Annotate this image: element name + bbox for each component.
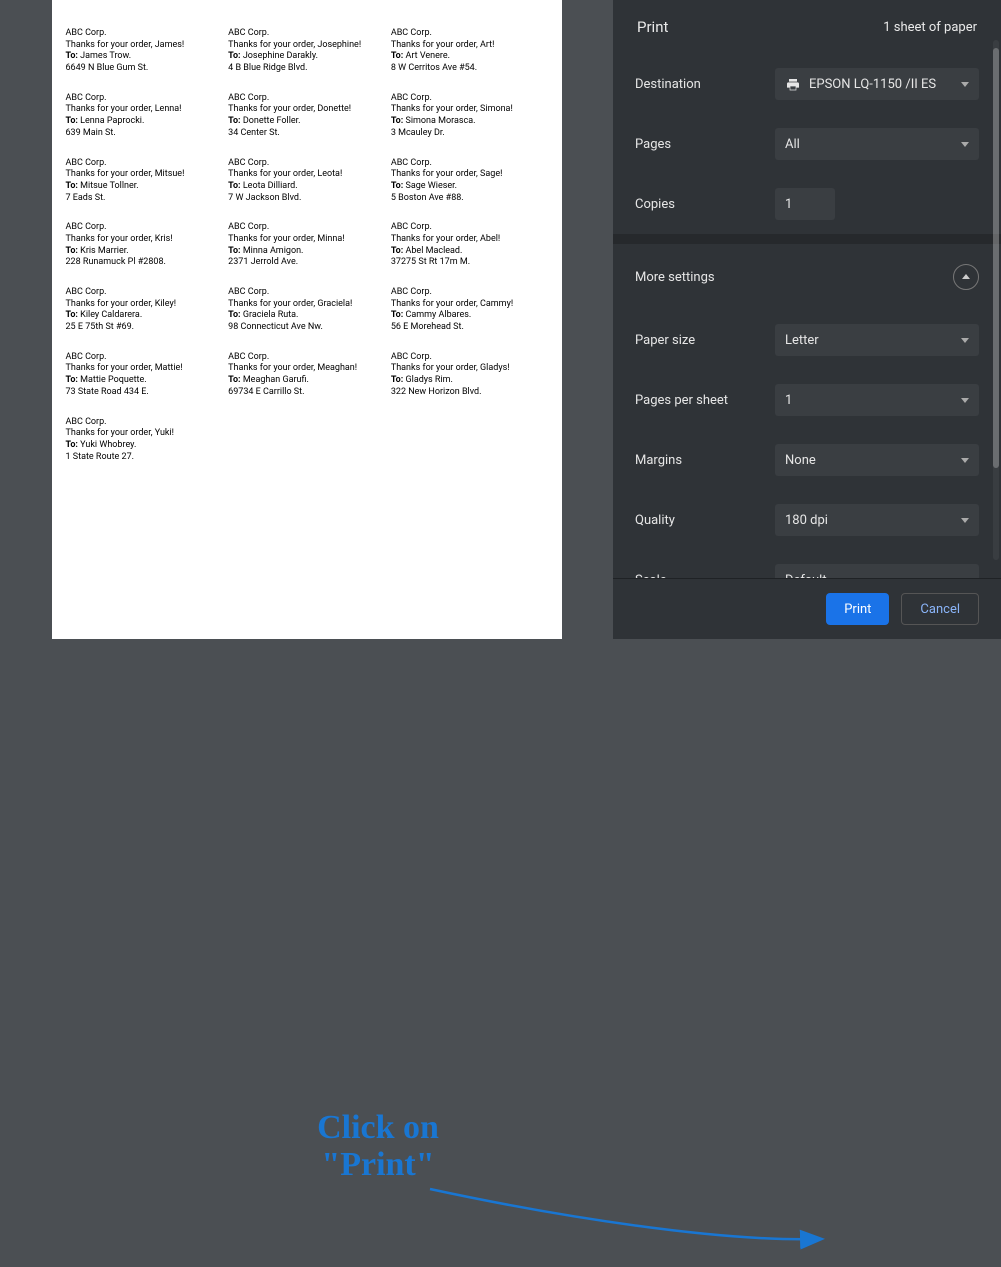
scale-row: Scale Default <box>613 550 1001 578</box>
copies-value: 1 <box>785 197 792 212</box>
address-label: ABC Corp.Thanks for your order, Josephin… <box>228 28 385 75</box>
chevron-down-icon <box>961 398 969 403</box>
scrollbar[interactable] <box>993 40 999 560</box>
address-label: ABC Corp.Thanks for your order, Yuki!To:… <box>66 417 223 464</box>
quality-select[interactable]: 180 dpi <box>775 504 979 536</box>
pps-label: Pages per sheet <box>635 393 775 408</box>
chevron-down-icon <box>961 458 969 463</box>
cancel-button[interactable]: Cancel <box>901 593 979 625</box>
pages-row: Pages All <box>613 114 1001 174</box>
pages-label: Pages <box>635 137 775 152</box>
print-settings-panel: Print 1 sheet of paper Destination EPSON… <box>613 0 1001 639</box>
annotation-line2: "Print" <box>321 1146 434 1183</box>
more-settings-label: More settings <box>635 270 715 285</box>
dialog-footer: Print Cancel <box>613 578 1001 639</box>
copies-row: Copies 1 <box>613 174 1001 234</box>
address-label: ABC Corp.Thanks for your order, Meaghan!… <box>228 352 385 399</box>
address-label: ABC Corp.Thanks for your order, Kris!To:… <box>66 222 223 269</box>
annotation-line1: Click on <box>317 1109 439 1146</box>
printer-icon <box>785 77 801 91</box>
annotation-arrow <box>420 1147 860 1267</box>
scale-select[interactable]: Default <box>775 564 979 578</box>
address-label: ABC Corp.Thanks for your order, Cammy!To… <box>391 287 548 334</box>
collapse-button[interactable] <box>953 264 979 290</box>
margins-value: None <box>785 453 816 468</box>
print-title: Print <box>637 18 668 36</box>
address-label: ABC Corp.Thanks for your order, Donette!… <box>228 93 385 140</box>
chevron-down-icon <box>961 142 969 147</box>
destination-label: Destination <box>635 77 775 92</box>
pps-value: 1 <box>785 393 792 408</box>
print-header: Print 1 sheet of paper <box>613 0 1001 54</box>
chevron-up-icon <box>962 274 970 279</box>
section-divider <box>613 234 1001 244</box>
pps-select[interactable]: 1 <box>775 384 979 416</box>
more-settings-row[interactable]: More settings <box>613 244 1001 310</box>
chevron-down-icon <box>961 518 969 523</box>
quality-value: 180 dpi <box>785 513 828 528</box>
pages-select[interactable]: All <box>775 128 979 160</box>
destination-select[interactable]: EPSON LQ-1150 /II ES <box>775 68 979 100</box>
chevron-down-icon <box>961 338 969 343</box>
pages-value: All <box>785 137 800 152</box>
scrollbar-thumb[interactable] <box>993 48 999 468</box>
paper-size-value: Letter <box>785 333 819 348</box>
print-preview-pane: ABC Corp.Thanks for your order, James!To… <box>0 0 613 639</box>
annotation-text: Click on "Print" <box>278 1109 478 1184</box>
quality-label: Quality <box>635 513 775 528</box>
address-label: ABC Corp.Thanks for your order, Lenna!To… <box>66 93 223 140</box>
quality-row: Quality 180 dpi <box>613 490 1001 550</box>
address-label: ABC Corp.Thanks for your order, Graciela… <box>228 287 385 334</box>
destination-value: EPSON LQ-1150 /II ES <box>809 77 936 92</box>
address-label: ABC Corp.Thanks for your order, Gladys!T… <box>391 352 548 399</box>
copies-input[interactable]: 1 <box>775 188 835 220</box>
address-label: ABC Corp.Thanks for your order, Leota!To… <box>228 158 385 205</box>
pps-row: Pages per sheet 1 <box>613 370 1001 430</box>
address-label: ABC Corp.Thanks for your order, James!To… <box>66 28 223 75</box>
address-label: ABC Corp.Thanks for your order, Minna!To… <box>228 222 385 269</box>
address-label: ABC Corp.Thanks for your order, Abel!To:… <box>391 222 548 269</box>
address-label: ABC Corp.Thanks for your order, Mitsue!T… <box>66 158 223 205</box>
margins-select[interactable]: None <box>775 444 979 476</box>
address-label: ABC Corp.Thanks for your order, Simona!T… <box>391 93 548 140</box>
address-label: ABC Corp.Thanks for your order, Art!To: … <box>391 28 548 75</box>
destination-row: Destination EPSON LQ-1150 /II ES <box>613 54 1001 114</box>
address-label: ABC Corp.Thanks for your order, Mattie!T… <box>66 352 223 399</box>
address-label: ABC Corp.Thanks for your order, Kiley!To… <box>66 287 223 334</box>
print-button[interactable]: Print <box>826 593 889 625</box>
margins-label: Margins <box>635 453 775 468</box>
address-label: ABC Corp.Thanks for your order, Sage!To:… <box>391 158 548 205</box>
paper-size-label: Paper size <box>635 333 775 348</box>
margins-row: Margins None <box>613 430 1001 490</box>
chevron-down-icon <box>961 82 969 87</box>
paper-size-select[interactable]: Letter <box>775 324 979 356</box>
paper-size-row: Paper size Letter <box>613 310 1001 370</box>
preview-page: ABC Corp.Thanks for your order, James!To… <box>52 0 562 639</box>
sheet-count: 1 sheet of paper <box>883 20 977 35</box>
copies-label: Copies <box>635 197 775 212</box>
